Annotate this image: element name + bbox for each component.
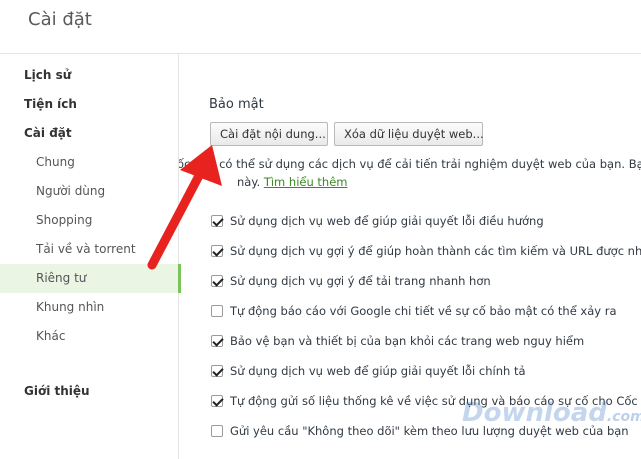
settings-page: Cài đặt Lịch sử Tiện ích Cài đặt Chung N… xyxy=(0,0,641,459)
sidebar-item-history[interactable]: Lịch sử xyxy=(0,61,178,90)
sidebar-item-extensions[interactable]: Tiện ích xyxy=(0,90,178,119)
header: Cài đặt xyxy=(0,0,641,54)
privacy-description-continued: này. Tìm hiểu thêm xyxy=(237,175,347,189)
privacy-description: Cốc Cốc có thể sử dụng các dịch vụ để cả… xyxy=(179,157,641,171)
option-label: Sử dụng dịch vụ web để giúp giải quyết l… xyxy=(230,214,544,228)
checkbox[interactable] xyxy=(211,305,223,317)
description-suffix: này. xyxy=(237,175,261,189)
option-label: Sử dụng dịch vụ gợi ý để giúp hoàn thành… xyxy=(230,244,641,258)
option-label: Bảo vệ bạn và thiết bị của bạn khỏi các … xyxy=(230,334,585,348)
option-label: Tự động báo cáo với Google chi tiết về s… xyxy=(230,304,617,318)
red-arrow-icon xyxy=(147,145,222,270)
learn-more-link[interactable]: Tìm hiểu thêm xyxy=(264,175,348,189)
checkbox[interactable] xyxy=(211,365,223,377)
option-label: Sử dụng dịch vụ web để giúp giải quyết l… xyxy=(230,364,526,378)
checkbox[interactable] xyxy=(211,335,223,347)
checkbox[interactable] xyxy=(211,395,223,407)
sidebar-item-other[interactable]: Khác xyxy=(0,322,178,351)
option-label: Sử dụng dịch vụ gợi ý để tải trang nhanh… xyxy=(230,274,491,288)
watermark: Download.com.vn xyxy=(462,398,641,428)
sidebar-item-about[interactable]: Giới thiệu xyxy=(0,377,178,406)
clear-browsing-data-button[interactable]: Xóa dữ liệu duyệt web... xyxy=(334,122,484,146)
section-title: Bảo mật xyxy=(209,97,264,112)
sidebar-item-appearance[interactable]: Khung nhìn xyxy=(0,293,178,322)
checkbox[interactable] xyxy=(211,425,223,437)
watermark-suffix: .com.vn xyxy=(606,409,641,425)
watermark-text: Download xyxy=(462,398,607,428)
page-title: Cài đặt xyxy=(28,9,92,30)
